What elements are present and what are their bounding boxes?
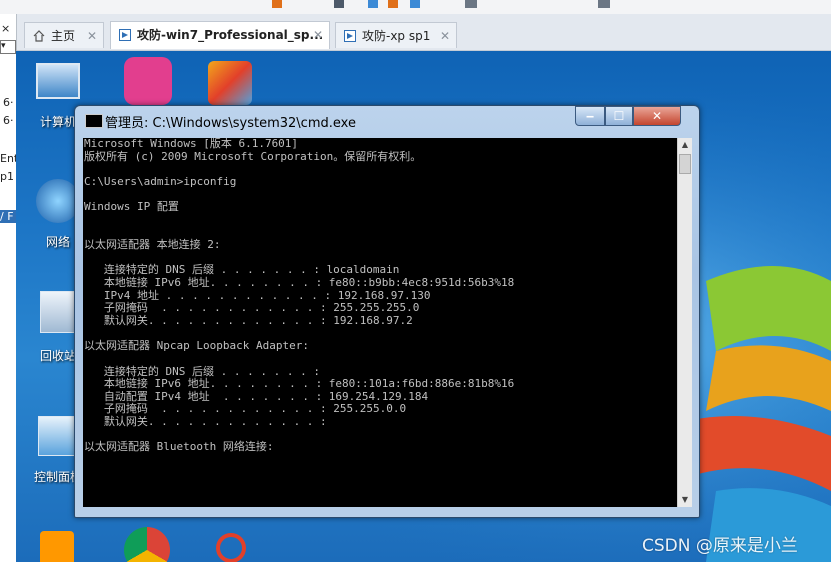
console-line: 默认网关. . . . . . . . . . . . . : bbox=[84, 415, 327, 429]
tab-label: 攻防-win7_Professional_sp... bbox=[137, 28, 324, 42]
vm-console-icon bbox=[119, 29, 131, 41]
computer-icon bbox=[36, 63, 80, 99]
refresh-icon[interactable] bbox=[368, 0, 378, 8]
scroll-thumb[interactable] bbox=[679, 154, 691, 174]
tab-label: 攻防-xp sp1 bbox=[362, 29, 431, 43]
minimize-button[interactable]: ‒ bbox=[575, 106, 605, 126]
window-title: 管理员: C:\Windows\system32\cmd.exe bbox=[105, 116, 356, 131]
tab-home[interactable]: 主页 ✕ bbox=[24, 22, 104, 48]
sidebar-selected-item[interactable]: / F bbox=[0, 210, 16, 223]
window-icon[interactable] bbox=[598, 0, 610, 8]
tab-label: 主页 bbox=[51, 29, 76, 43]
vertical-scrollbar[interactable]: ▲ ▼ bbox=[677, 138, 692, 507]
dropdown-arrow[interactable]: ▾ bbox=[0, 40, 16, 54]
console-line: C:\Users\admin>ipconfig bbox=[84, 174, 237, 188]
sidebar-text: 6· bbox=[3, 96, 14, 109]
fullscreen-icon[interactable] bbox=[465, 0, 477, 8]
sidebar-text: 6· bbox=[3, 114, 14, 127]
console-line: Windows IP 配置 bbox=[84, 200, 179, 214]
close-tab-icon[interactable]: ✕ bbox=[87, 23, 97, 48]
console-line: 版权所有 (c) 2009 Microsoft Corporation。保留所有… bbox=[84, 149, 422, 163]
close-tab-icon[interactable]: ✕ bbox=[440, 23, 450, 48]
vm-console-icon bbox=[344, 30, 356, 42]
maximize-button[interactable]: ☐ bbox=[605, 106, 633, 126]
app-icon-tool[interactable] bbox=[208, 61, 252, 105]
control-panel-icon bbox=[38, 416, 78, 456]
console-line: 以太网适配器 Npcap Loopback Adapter: bbox=[84, 339, 309, 353]
tab-xp[interactable]: 攻防-xp sp1 ✕ bbox=[335, 22, 457, 48]
console-line: 本地链接 IPv6 地址. . . . . . . . : fe80::101a… bbox=[84, 377, 515, 391]
close-button[interactable]: ✕ bbox=[633, 106, 681, 126]
vsphere-toolbar bbox=[0, 0, 831, 14]
console-text: Microsoft Windows [版本 6.1.7601] 版权所有 (c) … bbox=[83, 138, 677, 454]
sidebar-text: p1 bbox=[0, 170, 14, 183]
app-icon-sublime[interactable] bbox=[40, 531, 74, 562]
watermark: CSDN @原来是小兰 bbox=[642, 536, 798, 556]
scroll-up-arrow[interactable]: ▲ bbox=[678, 138, 692, 152]
cmd-window[interactable]: 管理员: C:\Windows\system32\cmd.exe ‒ ☐ ✕ M… bbox=[74, 105, 700, 518]
app-icon-wamp[interactable] bbox=[124, 57, 172, 105]
console-line: 本地链接 IPv6 地址. . . . . . . . : fe80::b9bb… bbox=[84, 276, 515, 290]
tab-win7[interactable]: 攻防-win7_Professional_sp... ✕ bbox=[110, 21, 330, 49]
console-line: 以太网适配器 本地连接 2: bbox=[84, 238, 221, 252]
home-icon bbox=[33, 30, 45, 42]
scroll-down-arrow[interactable]: ▼ bbox=[678, 493, 692, 507]
console-output[interactable]: Microsoft Windows [版本 6.1.7601] 版权所有 (c) … bbox=[83, 138, 677, 507]
pause-icon[interactable] bbox=[272, 0, 282, 8]
console-tab-bar: 主页 ✕ 攻防-win7_Professional_sp... ✕ 攻防-xp … bbox=[0, 14, 831, 51]
restart-icon[interactable] bbox=[388, 0, 398, 8]
close-tab-icon[interactable]: ✕ bbox=[313, 22, 323, 48]
revert-icon[interactable] bbox=[410, 0, 420, 8]
cmd-icon bbox=[85, 114, 103, 128]
inventory-sidebar: × ▾ 6· 6· Ent p1 / F bbox=[0, 14, 17, 562]
recycle-bin-icon bbox=[40, 291, 76, 333]
app-icon-network-tool[interactable] bbox=[216, 533, 246, 562]
console-line: Microsoft Windows [版本 6.1.7601] bbox=[84, 138, 299, 150]
console-line: 默认网关. . . . . . . . . . . . . : 192.168.… bbox=[84, 313, 413, 327]
sidebar-text: Ent bbox=[0, 152, 17, 165]
stop-icon[interactable] bbox=[334, 0, 344, 8]
console-line: 以太网适配器 Bluetooth 网络连接: bbox=[84, 440, 274, 454]
close-icon[interactable]: × bbox=[1, 22, 10, 35]
